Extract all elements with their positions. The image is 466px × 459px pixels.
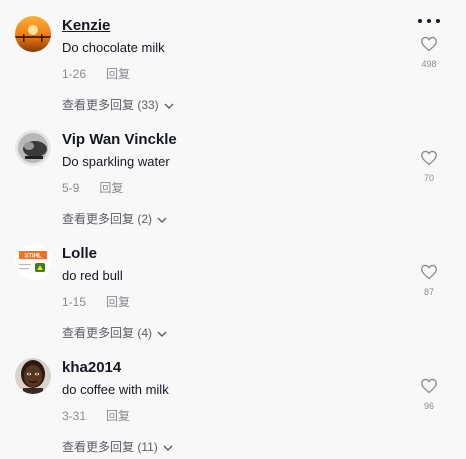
- comment-meta: 3-31 回复: [62, 407, 130, 424]
- comment-text: do coffee with milk: [62, 382, 169, 397]
- comment-text: Do sparkling water: [62, 154, 170, 169]
- comment-item: kha2014 do coffee with milk 3-31 回复 查看更多回…: [0, 342, 466, 456]
- view-more-replies-button[interactable]: 查看更多回复 (11): [62, 438, 173, 455]
- view-more-replies-button[interactable]: 查看更多回复 (4): [62, 324, 167, 341]
- avatar[interactable]: [15, 16, 51, 52]
- reply-button[interactable]: 回复: [106, 67, 130, 81]
- reply-button[interactable]: 回复: [106, 409, 130, 423]
- view-replies-label: 查看更多回复 (11): [62, 440, 158, 454]
- chevron-down-icon: [164, 98, 174, 112]
- comment-date: 1-26: [62, 67, 87, 81]
- heart-outline-icon: [421, 264, 437, 280]
- chevron-down-icon: [157, 326, 167, 340]
- reply-button[interactable]: 回复: [106, 295, 130, 309]
- view-replies-label: 查看更多回复 (4): [62, 326, 153, 340]
- avatar[interactable]: STIHL: [15, 244, 51, 280]
- view-more-replies-button[interactable]: 查看更多回复 (33): [62, 96, 174, 113]
- like-button[interactable]: 96: [414, 378, 444, 418]
- comment-item: Kenzie Do chocolate milk 1-26 回复 查看更多回复 (…: [0, 0, 466, 114]
- like-count: 87: [423, 287, 434, 297]
- chevron-down-icon: [157, 212, 167, 226]
- view-replies-label: 查看更多回复 (2): [62, 212, 153, 226]
- avatar[interactable]: [15, 130, 51, 166]
- reply-button[interactable]: 回复: [99, 181, 123, 195]
- more-options-icon[interactable]: [418, 14, 440, 28]
- comment-item: STIHL Lolle do red bull 1-15 回复 查看更多回复 (4…: [0, 228, 466, 342]
- like-button[interactable]: 87: [414, 264, 444, 304]
- view-replies-label: 查看更多回复 (33): [62, 98, 159, 112]
- comment-date: 5-9: [62, 181, 80, 195]
- like-button[interactable]: 498: [414, 36, 444, 76]
- chevron-down-icon: [163, 440, 173, 454]
- username[interactable]: kha2014: [62, 359, 121, 376]
- comment-meta: 1-15 回复: [62, 293, 130, 310]
- comment-text: do red bull: [62, 268, 123, 283]
- username[interactable]: Vip Wan Vinckle: [62, 131, 177, 148]
- username[interactable]: Lolle: [62, 245, 97, 262]
- like-count: 70: [423, 173, 434, 183]
- heart-outline-icon: [421, 378, 437, 394]
- username[interactable]: Kenzie: [62, 17, 110, 34]
- comment-meta: 1-26 回复: [62, 65, 130, 82]
- avatar[interactable]: [15, 358, 51, 394]
- heart-outline-icon: [421, 150, 437, 166]
- heart-outline-icon: [421, 36, 437, 52]
- avatar-logo-text: STIHL: [24, 254, 42, 260]
- comment-item: Vip Wan Vinckle Do sparkling water 5-9 回复…: [0, 114, 466, 228]
- view-more-replies-button[interactable]: 查看更多回复 (2): [62, 210, 167, 227]
- like-count: 498: [421, 59, 437, 69]
- comment-date: 1-15: [62, 295, 87, 309]
- like-count: 96: [423, 401, 434, 411]
- like-button[interactable]: 70: [414, 150, 444, 190]
- comment-text: Do chocolate milk: [62, 40, 165, 55]
- comment-date: 3-31: [62, 409, 87, 423]
- comment-meta: 5-9 回复: [62, 179, 123, 196]
